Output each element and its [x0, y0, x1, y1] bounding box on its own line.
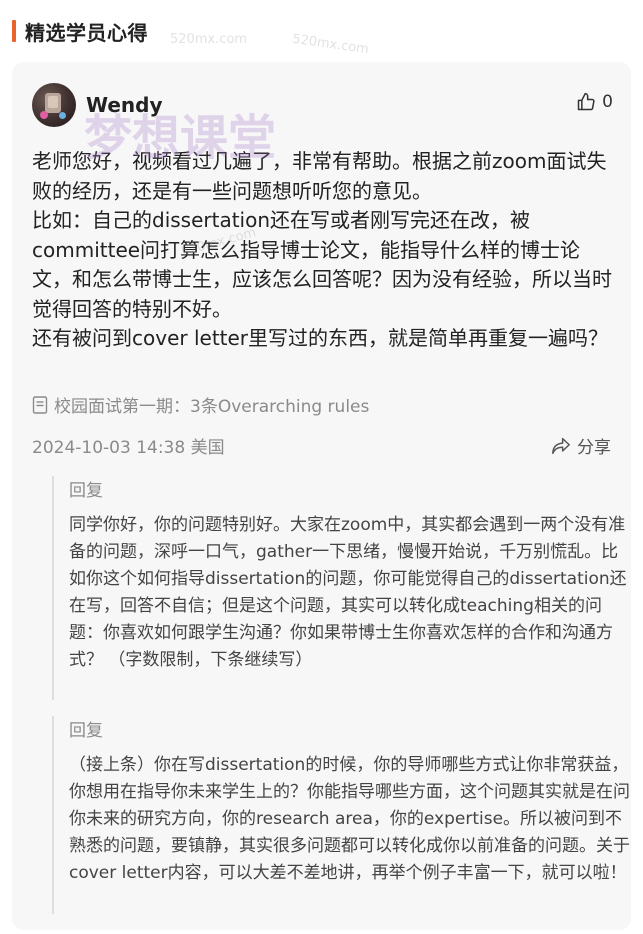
reply-text: （接上条）你在写dissertation的时候，你的导师哪些方式让你非常获益，你… [69, 755, 630, 883]
share-icon [552, 437, 570, 454]
reply-label: 回复 [69, 721, 103, 741]
post-meta: 2024-10-03 14:38 美国 [32, 433, 225, 458]
share-label: 分享 [577, 438, 611, 458]
reply-text: 同学你好，你的问题特别好。大家在zoom中，其实都会遇到一两个没有准备的问题，深… [69, 515, 627, 670]
reply-item: 回复 （接上条）你在写dissertation的时候，你的导师哪些方式让你非常获… [52, 716, 634, 914]
avatar[interactable] [32, 83, 76, 127]
source-text: 校园面试第一期：3条Overarching rules [54, 397, 370, 417]
section-title: 精选学员心得 [25, 20, 148, 45]
source-link[interactable]: 校园面试第一期：3条Overarching rules [32, 392, 369, 417]
reply-item: 回复 同学你好，你的问题特别好。大家在zoom中，其实都会遇到一两个没有准备的问… [52, 476, 634, 700]
accent-bar [12, 20, 16, 42]
post-location: 美国 [190, 438, 225, 458]
post-content: 老师您好，视频看过几遍了，非常有帮助。根据之前zoom面试失败的经历，还是有一些… [32, 149, 612, 350]
author-row: Wendy [32, 82, 163, 128]
document-icon [32, 395, 48, 414]
author-name[interactable]: Wendy [86, 93, 163, 117]
share-button[interactable]: 分享 [551, 433, 611, 458]
reply-label: 回复 [69, 481, 103, 501]
like-count: 0 [602, 92, 613, 112]
watermark-url: 520mx.com [291, 31, 370, 58]
watermark-url: 520mx.com [170, 32, 248, 47]
section-header: 精选学员心得 [12, 16, 148, 46]
post-card: Wendy 0 老师您好，视频看过几遍了，非常有帮助。根据之前zoom面试失败的… [12, 62, 631, 930]
post-timestamp: 2024-10-03 14:38 [32, 438, 186, 458]
thumbs-up-icon [577, 92, 595, 111]
like-button[interactable]: 0 [576, 92, 613, 112]
